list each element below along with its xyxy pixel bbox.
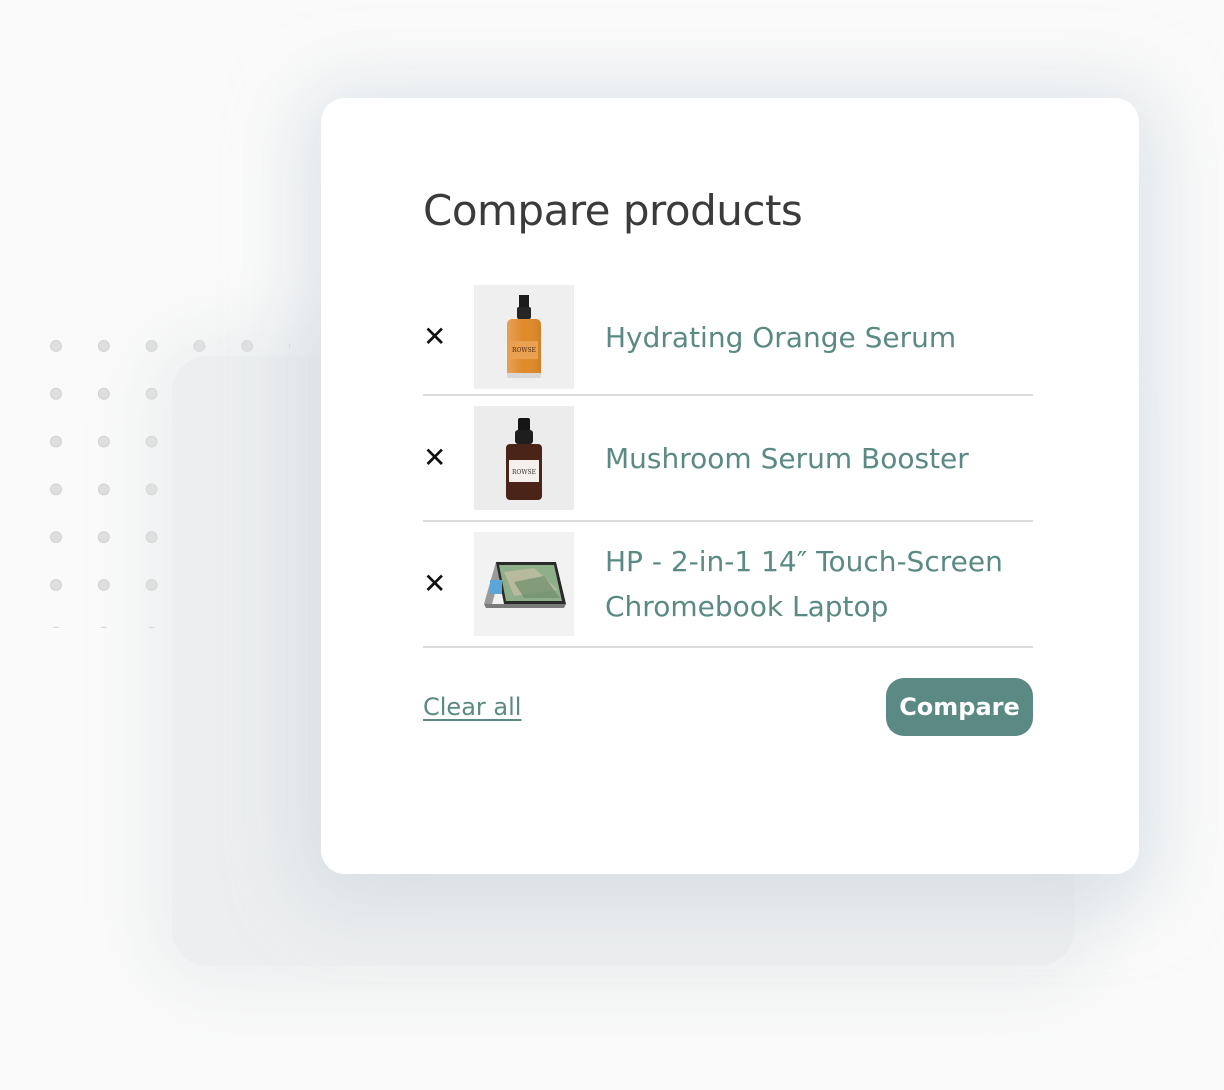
decorative-dot	[97, 387, 110, 400]
remove-item-button[interactable]: ✕	[423, 438, 474, 478]
remove-item-button[interactable]: ✕	[423, 564, 474, 604]
compare-item: ✕ HP - 2-in-1 14″ Touch-Screen Chromeboo…	[423, 522, 1033, 648]
svg-text:ROWSE: ROWSE	[512, 347, 536, 354]
product-name-link[interactable]: Hydrating Orange Serum	[605, 315, 956, 360]
decorative-dot	[50, 340, 62, 352]
compare-button[interactable]: Compare	[886, 678, 1033, 736]
decorative-dot	[145, 531, 158, 544]
compare-item: ✕ ROWSE Hydrating Orange Serum	[423, 280, 1033, 396]
product-name-link[interactable]: Mushroom Serum Booster	[605, 436, 969, 481]
decorative-dot	[97, 531, 110, 544]
product-name-link[interactable]: HP - 2-in-1 14″ Touch-Screen Chromebook …	[605, 539, 1025, 629]
decorative-dot	[50, 435, 62, 448]
stage: Compare products ✕ ROWSE Hydrating Orang…	[0, 0, 1224, 1090]
product-image-chromebook	[474, 532, 574, 636]
decorative-dot	[97, 435, 110, 448]
decorative-dot	[289, 342, 290, 350]
decorative-dot	[148, 626, 156, 628]
decorative-dot	[97, 579, 110, 591]
decorative-dot	[50, 531, 62, 544]
decorative-dot	[97, 340, 110, 352]
product-image-mushroom-serum: ROWSE	[474, 406, 574, 510]
svg-text:ROWSE: ROWSE	[512, 469, 536, 476]
decorative-dot	[145, 579, 158, 591]
compare-list: ✕ ROWSE Hydrating Orange Serum ✕ ROWSE M…	[423, 280, 1033, 648]
decorative-dot	[52, 626, 60, 628]
clear-all-link[interactable]: Clear all	[423, 693, 521, 721]
decorative-dot	[145, 387, 158, 400]
compare-item: ✕ ROWSE Mushroom Serum Booster	[423, 396, 1033, 522]
decorative-dot	[145, 483, 158, 496]
decorative-dot	[97, 483, 110, 496]
compare-modal: Compare products ✕ ROWSE Hydrating Orang…	[321, 98, 1139, 874]
decorative-dot	[50, 387, 62, 400]
decorative-dot	[145, 340, 158, 352]
product-image-orange-serum: ROWSE	[474, 285, 574, 389]
decorative-dot	[145, 435, 158, 448]
modal-title: Compare products	[423, 186, 803, 235]
decorative-dot	[193, 340, 206, 352]
modal-footer: Clear all Compare	[423, 678, 1033, 736]
decorative-dot	[100, 626, 108, 628]
decorative-dot	[241, 340, 254, 352]
remove-item-button[interactable]: ✕	[423, 317, 474, 357]
decorative-dot	[50, 483, 62, 496]
modal-content: Compare products ✕ ROWSE Hydrating Orang…	[423, 184, 1033, 736]
decorative-dot	[50, 579, 62, 591]
